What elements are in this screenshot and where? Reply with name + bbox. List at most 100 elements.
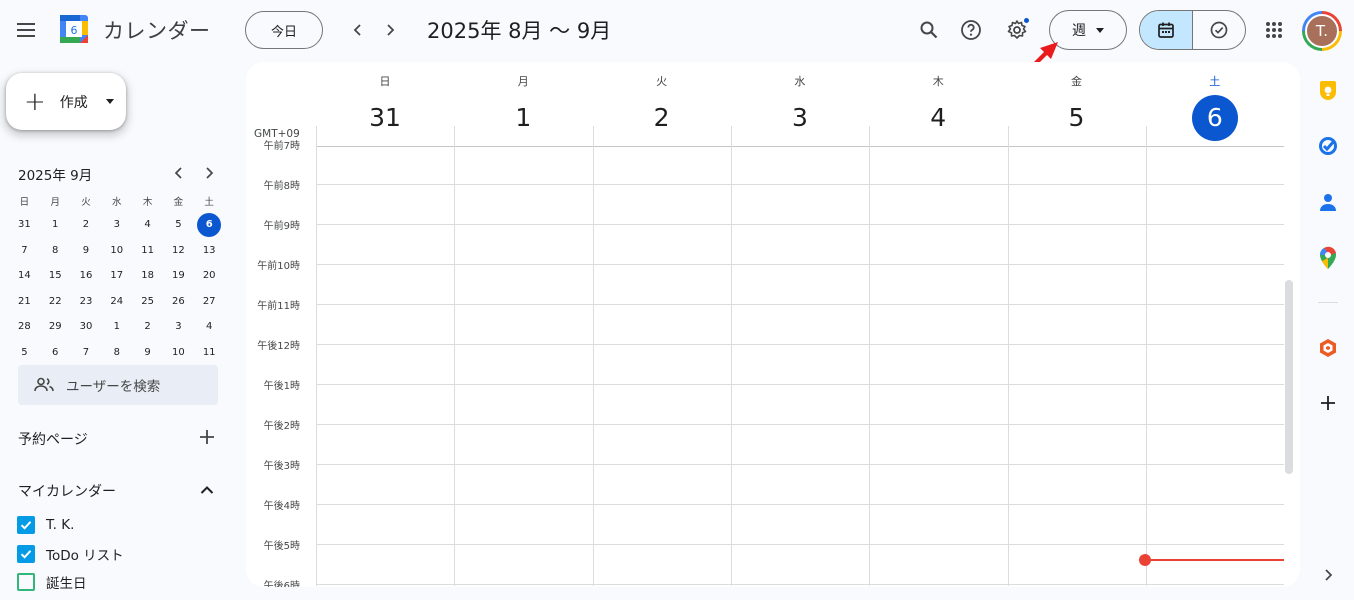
mini-calendar-next-button[interactable] <box>199 163 219 183</box>
people-search-input[interactable]: ユーザーを検索 <box>18 365 218 405</box>
next-week-button[interactable] <box>374 14 406 46</box>
mini-calendar-day[interactable]: 29 <box>40 315 71 339</box>
mini-calendar-day[interactable]: 14 <box>9 264 40 288</box>
mini-calendar-day[interactable]: 27 <box>194 289 225 313</box>
day-header[interactable]: 金5 <box>1008 62 1146 141</box>
mini-calendar-day[interactable]: 4 <box>194 315 225 339</box>
mini-calendar-day-number: 27 <box>202 295 216 307</box>
calendar-item-tk[interactable]: T. K. <box>17 516 74 534</box>
keep-icon[interactable] <box>1314 77 1342 105</box>
chevron-right-icon <box>387 24 395 36</box>
day-number[interactable]: 1 <box>500 95 546 141</box>
contacts-icon[interactable] <box>1314 188 1342 216</box>
hour-label: 午前9時 <box>263 221 300 232</box>
mini-calendar-day[interactable]: 8 <box>101 340 132 364</box>
create-button[interactable]: + 作成 <box>6 73 126 130</box>
mini-calendar-day[interactable]: 26 <box>163 289 194 313</box>
mini-calendar-day[interactable]: 11 <box>194 340 225 364</box>
previous-week-button[interactable] <box>342 14 374 46</box>
day-number[interactable]: 5 <box>1054 95 1100 141</box>
day-header[interactable]: 火2 <box>593 62 731 141</box>
mini-calendar-day[interactable]: 19 <box>163 264 194 288</box>
mini-calendar-day[interactable]: 9 <box>132 340 163 364</box>
maps-icon[interactable] <box>1314 244 1342 272</box>
mini-calendar-day[interactable]: 8 <box>40 238 71 262</box>
mini-calendar-day[interactable]: 22 <box>40 289 71 313</box>
mini-calendar-day[interactable]: 13 <box>194 238 225 262</box>
mini-calendar-day[interactable]: 24 <box>101 289 132 313</box>
mini-calendar-day[interactable]: 7 <box>9 238 40 262</box>
expand-panel-icon[interactable] <box>1314 561 1342 589</box>
mini-calendar-day[interactable]: 10 <box>163 340 194 364</box>
day-number[interactable]: 4 <box>915 95 961 141</box>
day-number[interactable]: 3 <box>777 95 823 141</box>
add-addon-icon[interactable] <box>1314 389 1342 417</box>
day-header[interactable]: 木4 <box>869 62 1007 141</box>
calendar-item-label: 誕生日 <box>46 576 87 592</box>
mini-calendar-day[interactable]: 2 <box>132 315 163 339</box>
calendar-logo-icon: 6 <box>60 15 88 43</box>
mini-calendar-day-number: 12 <box>172 244 185 256</box>
checkbox-checked-icon[interactable] <box>17 545 35 563</box>
mini-calendar-day[interactable]: 30 <box>71 315 102 339</box>
mini-calendar-day[interactable]: 11 <box>132 238 163 262</box>
mini-calendar-day[interactable]: 10 <box>101 238 132 262</box>
mini-calendar-day-number: 3 <box>113 219 120 231</box>
day-header[interactable]: 日 31 <box>316 62 454 141</box>
mini-calendar-day[interactable]: 20 <box>194 264 225 288</box>
calendar-item-birthdays[interactable]: 誕生日 <box>17 572 87 592</box>
day-header[interactable]: 水3 <box>731 62 869 141</box>
account-avatar[interactable]: T. <box>1302 11 1342 51</box>
mini-calendar-day[interactable]: 31 <box>9 213 40 237</box>
mini-calendar-day[interactable]: 15 <box>40 264 71 288</box>
mini-calendar-day[interactable]: 25 <box>132 289 163 313</box>
mini-calendar-day[interactable]: 1 <box>40 213 71 237</box>
hour-line <box>316 224 1284 225</box>
day-number[interactable]: 2 <box>639 95 685 141</box>
mini-calendar-day[interactable]: 5 <box>163 213 194 237</box>
mini-calendar-day[interactable]: 9 <box>71 238 102 262</box>
mini-calendar-prev-button[interactable] <box>169 163 189 183</box>
mini-calendar-day[interactable]: 6 <box>40 340 71 364</box>
mini-calendar-day[interactable]: 18 <box>132 264 163 288</box>
mini-calendar-day[interactable]: 12 <box>163 238 194 262</box>
mini-calendar-day[interactable]: 3 <box>163 315 194 339</box>
google-apps-button[interactable] <box>1258 14 1290 46</box>
search-button[interactable] <box>913 14 945 46</box>
day-header[interactable]: 土6 <box>1146 62 1284 141</box>
mini-calendar-day-number: 1 <box>113 321 120 333</box>
hour-label: 午前10時 <box>257 261 300 272</box>
mini-calendar-day[interactable]: 6 <box>194 212 225 237</box>
time-grid[interactable]: 午前7時 午前8時 午前9時 午前10時 午前11時 午後12時 午後1時 午後2時 午後3時午… <box>246 141 1300 587</box>
calendar-item-todo[interactable]: ToDo リスト <box>17 544 124 564</box>
collapse-my-calendars-button[interactable] <box>197 480 217 500</box>
day-number[interactable]: 6 <box>1191 95 1238 141</box>
mini-calendar-day-number: 23 <box>79 295 93 307</box>
mini-calendar-day-number: 25 <box>141 295 154 307</box>
add-booking-page-button[interactable] <box>196 426 218 448</box>
checkbox-unchecked-icon[interactable] <box>17 573 35 591</box>
mini-calendar-day[interactable]: 17 <box>101 264 132 288</box>
mini-calendar-day[interactable]: 3 <box>101 213 132 237</box>
mini-calendar-day[interactable]: 5 <box>9 340 40 364</box>
support-button[interactable] <box>955 14 987 46</box>
mini-calendar-day[interactable]: 4 <box>132 213 163 237</box>
mini-calendar-day[interactable]: 21 <box>9 289 40 313</box>
today-button[interactable]: 今日 <box>245 11 323 49</box>
day-number[interactable]: 31 <box>362 95 408 141</box>
mini-calendar-day[interactable]: 23 <box>71 289 102 313</box>
mini-calendar-day[interactable]: 7 <box>71 340 102 364</box>
tasks-view-toggle[interactable] <box>1193 11 1246 49</box>
checkbox-checked-icon[interactable] <box>17 516 35 534</box>
calendar-view-toggle[interactable] <box>1140 11 1193 49</box>
office-addon-icon[interactable] <box>1314 334 1342 362</box>
scrollbar[interactable] <box>1285 280 1293 474</box>
tasks-icon[interactable] <box>1314 132 1342 160</box>
mini-calendar-day[interactable]: 28 <box>9 315 40 339</box>
hour-line <box>316 584 1284 585</box>
main-menu-button[interactable] <box>10 14 42 46</box>
day-header[interactable]: 月1 <box>454 62 592 141</box>
mini-calendar-day[interactable]: 2 <box>71 213 102 237</box>
mini-calendar-day[interactable]: 16 <box>71 264 102 288</box>
mini-calendar-day[interactable]: 1 <box>101 315 132 339</box>
